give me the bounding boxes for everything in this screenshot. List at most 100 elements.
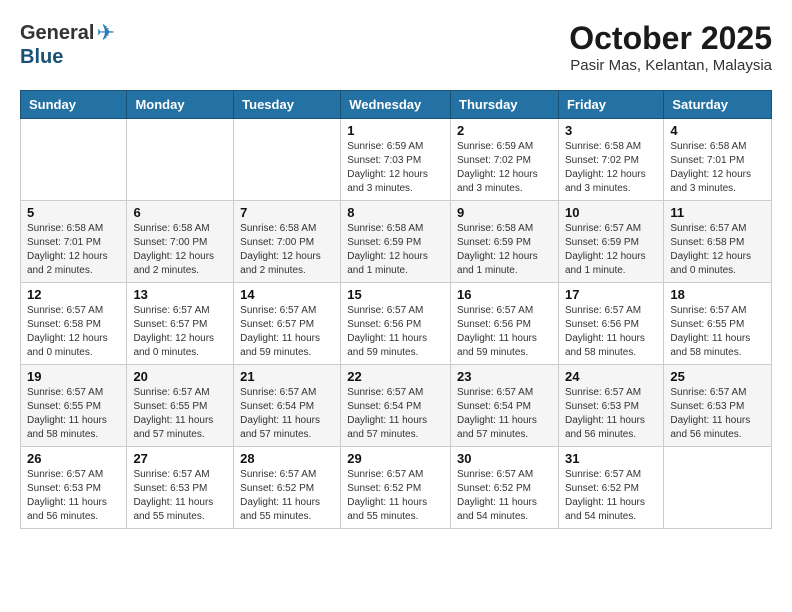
calendar-table: SundayMondayTuesdayWednesdayThursdayFrid…	[20, 90, 772, 529]
column-header-friday: Friday	[558, 91, 663, 119]
calendar-header-row: SundayMondayTuesdayWednesdayThursdayFrid…	[21, 91, 772, 119]
month-title: October 2025	[569, 20, 772, 57]
calendar-cell: 13Sunrise: 6:57 AM Sunset: 6:57 PM Dayli…	[127, 283, 234, 365]
calendar-cell: 16 Sunrise: 6:57 AM Sunset: 6:56 PM Dayli…	[451, 283, 559, 365]
day-info: Sunrise: 6:57 AM Sunset: 6:57 PM Dayligh…	[240, 304, 334, 360]
column-header-saturday: Saturday	[664, 91, 772, 119]
location-subtitle: Pasir Mas, Kelantan, Malaysia	[569, 57, 772, 74]
title-area: October 2025 Pasir Mas, Kelantan, Malays…	[569, 20, 772, 74]
calendar-cell: 4 Sunrise: 6:58 AM Sunset: 7:01 PM Daylig…	[664, 119, 772, 201]
calendar-cell	[664, 447, 772, 529]
day-info: Sunrise: 6:58 AM Sunset: 7:00 PM Dayligh…	[133, 222, 227, 278]
day-number: 21	[240, 369, 334, 384]
column-header-wednesday: Wednesday	[341, 91, 451, 119]
day-info: Sunrise: 6:57 AM Sunset: 6:56 PM Dayligh…	[565, 304, 657, 360]
calendar-cell: 19 Sunrise: 6:57 AM Sunset: 6:55 PM Dayli…	[21, 365, 127, 447]
calendar-cell: 2Sunrise: 6:59 AM Sunset: 7:02 PM Daylig…	[451, 119, 559, 201]
day-number: 23	[457, 369, 552, 384]
calendar-cell: 30Sunrise: 6:57 AM Sunset: 6:52 PM Dayli…	[451, 447, 559, 529]
calendar-week-row: 5 Sunrise: 6:58 AM Sunset: 7:01 PM Daylig…	[21, 201, 772, 283]
logo-bird-icon: ✈	[96, 20, 114, 46]
calendar-cell: 27 Sunrise: 6:57 AM Sunset: 6:53 PM Dayli…	[127, 447, 234, 529]
day-number: 13	[133, 287, 227, 302]
day-number: 17	[565, 287, 657, 302]
column-header-tuesday: Tuesday	[234, 91, 341, 119]
day-info: Sunrise: 6:58 AM Sunset: 6:59 PM Dayligh…	[347, 222, 444, 278]
logo-blue-text: Blue	[20, 46, 63, 69]
calendar-cell: 17 Sunrise: 6:57 AM Sunset: 6:56 PM Dayli…	[558, 283, 663, 365]
calendar-cell: 24 Sunrise: 6:57 AM Sunset: 6:53 PM Dayli…	[558, 365, 663, 447]
calendar-cell: 28 Sunrise: 6:57 AM Sunset: 6:52 PM Dayli…	[234, 447, 341, 529]
day-info: Sunrise: 6:57 AM Sunset: 6:52 PM Dayligh…	[240, 468, 334, 524]
day-number: 5	[27, 205, 120, 220]
day-info: Sunrise: 6:57 AM Sunset: 6:54 PM Dayligh…	[347, 386, 444, 442]
day-number: 27	[133, 451, 227, 466]
calendar-cell: 25Sunrise: 6:57 AM Sunset: 6:53 PM Dayli…	[664, 365, 772, 447]
day-number: 9	[457, 205, 552, 220]
calendar-cell: 21 Sunrise: 6:57 AM Sunset: 6:54 PM Dayli…	[234, 365, 341, 447]
day-number: 15	[347, 287, 444, 302]
calendar-cell: 11 Sunrise: 6:57 AM Sunset: 6:58 PM Dayli…	[664, 201, 772, 283]
calendar-cell: 8 Sunrise: 6:58 AM Sunset: 6:59 PM Daylig…	[341, 201, 451, 283]
day-number: 10	[565, 205, 657, 220]
day-info: Sunrise: 6:57 AM Sunset: 6:55 PM Dayligh…	[27, 386, 120, 442]
calendar-cell: 5 Sunrise: 6:58 AM Sunset: 7:01 PM Daylig…	[21, 201, 127, 283]
day-info: Sunrise: 6:57 AM Sunset: 6:56 PM Dayligh…	[457, 304, 552, 360]
day-number: 14	[240, 287, 334, 302]
calendar-cell: 22 Sunrise: 6:57 AM Sunset: 6:54 PM Dayli…	[341, 365, 451, 447]
day-number: 8	[347, 205, 444, 220]
day-number: 22	[347, 369, 444, 384]
calendar-cell	[127, 119, 234, 201]
day-info: Sunrise: 6:57 AM Sunset: 6:54 PM Dayligh…	[240, 386, 334, 442]
day-info: Sunrise: 6:59 AM Sunset: 7:03 PM Dayligh…	[347, 140, 444, 196]
calendar-week-row: 26 Sunrise: 6:57 AM Sunset: 6:53 PM Dayli…	[21, 447, 772, 529]
day-info: Sunrise: 6:57 AM Sunset: 6:53 PM Dayligh…	[133, 468, 227, 524]
day-number: 28	[240, 451, 334, 466]
day-number: 18	[670, 287, 765, 302]
day-number: 26	[27, 451, 120, 466]
calendar-cell: 20Sunrise: 6:57 AM Sunset: 6:55 PM Dayli…	[127, 365, 234, 447]
column-header-sunday: Sunday	[21, 91, 127, 119]
column-header-thursday: Thursday	[451, 91, 559, 119]
day-info: Sunrise: 6:58 AM Sunset: 7:01 PM Dayligh…	[27, 222, 120, 278]
day-number: 4	[670, 123, 765, 138]
calendar-cell	[21, 119, 127, 201]
calendar-cell: 3Sunrise: 6:58 AM Sunset: 7:02 PM Daylig…	[558, 119, 663, 201]
logo: General ✈ Blue	[20, 20, 115, 69]
day-number: 19	[27, 369, 120, 384]
calendar-cell: 14 Sunrise: 6:57 AM Sunset: 6:57 PM Dayli…	[234, 283, 341, 365]
day-info: Sunrise: 6:58 AM Sunset: 7:01 PM Dayligh…	[670, 140, 765, 196]
calendar-week-row: 12 Sunrise: 6:57 AM Sunset: 6:58 PM Dayli…	[21, 283, 772, 365]
day-number: 11	[670, 205, 765, 220]
day-number: 1	[347, 123, 444, 138]
day-info: Sunrise: 6:57 AM Sunset: 6:53 PM Dayligh…	[565, 386, 657, 442]
day-info: Sunrise: 6:57 AM Sunset: 6:58 PM Dayligh…	[670, 222, 765, 278]
day-info: Sunrise: 6:57 AM Sunset: 6:52 PM Dayligh…	[457, 468, 552, 524]
logo-general-text: General	[20, 22, 94, 45]
calendar-week-row: 19 Sunrise: 6:57 AM Sunset: 6:55 PM Dayli…	[21, 365, 772, 447]
calendar-cell: 1 Sunrise: 6:59 AM Sunset: 7:03 PM Daylig…	[341, 119, 451, 201]
day-number: 16	[457, 287, 552, 302]
calendar-cell: 12 Sunrise: 6:57 AM Sunset: 6:58 PM Dayli…	[21, 283, 127, 365]
day-info: Sunrise: 6:57 AM Sunset: 6:59 PM Dayligh…	[565, 222, 657, 278]
calendar-cell: 9 Sunrise: 6:58 AM Sunset: 6:59 PM Daylig…	[451, 201, 559, 283]
calendar-cell: 7Sunrise: 6:58 AM Sunset: 7:00 PM Daylig…	[234, 201, 341, 283]
day-info: Sunrise: 6:57 AM Sunset: 6:55 PM Dayligh…	[670, 304, 765, 360]
page-header: General ✈ Blue October 2025 Pasir Mas, K…	[20, 20, 772, 74]
day-number: 29	[347, 451, 444, 466]
calendar-cell: 26Sunrise: 6:57 AM Sunset: 6:53 PM Dayli…	[21, 447, 127, 529]
day-info: Sunrise: 6:57 AM Sunset: 6:52 PM Dayligh…	[565, 468, 657, 524]
day-info: Sunrise: 6:57 AM Sunset: 6:53 PM Dayligh…	[670, 386, 765, 442]
day-info: Sunrise: 6:57 AM Sunset: 6:58 PM Dayligh…	[27, 304, 120, 360]
calendar-week-row: 1 Sunrise: 6:59 AM Sunset: 7:03 PM Daylig…	[21, 119, 772, 201]
day-number: 20	[133, 369, 227, 384]
day-number: 24	[565, 369, 657, 384]
day-info: Sunrise: 6:58 AM Sunset: 7:00 PM Dayligh…	[240, 222, 334, 278]
calendar-cell: 31Sunrise: 6:57 AM Sunset: 6:52 PM Dayli…	[558, 447, 663, 529]
day-info: Sunrise: 6:57 AM Sunset: 6:56 PM Dayligh…	[347, 304, 444, 360]
day-number: 12	[27, 287, 120, 302]
day-info: Sunrise: 6:58 AM Sunset: 6:59 PM Dayligh…	[457, 222, 552, 278]
calendar-cell: 6Sunrise: 6:58 AM Sunset: 7:00 PM Daylig…	[127, 201, 234, 283]
day-info: Sunrise: 6:58 AM Sunset: 7:02 PM Dayligh…	[565, 140, 657, 196]
calendar-cell: 18 Sunrise: 6:57 AM Sunset: 6:55 PM Dayli…	[664, 283, 772, 365]
